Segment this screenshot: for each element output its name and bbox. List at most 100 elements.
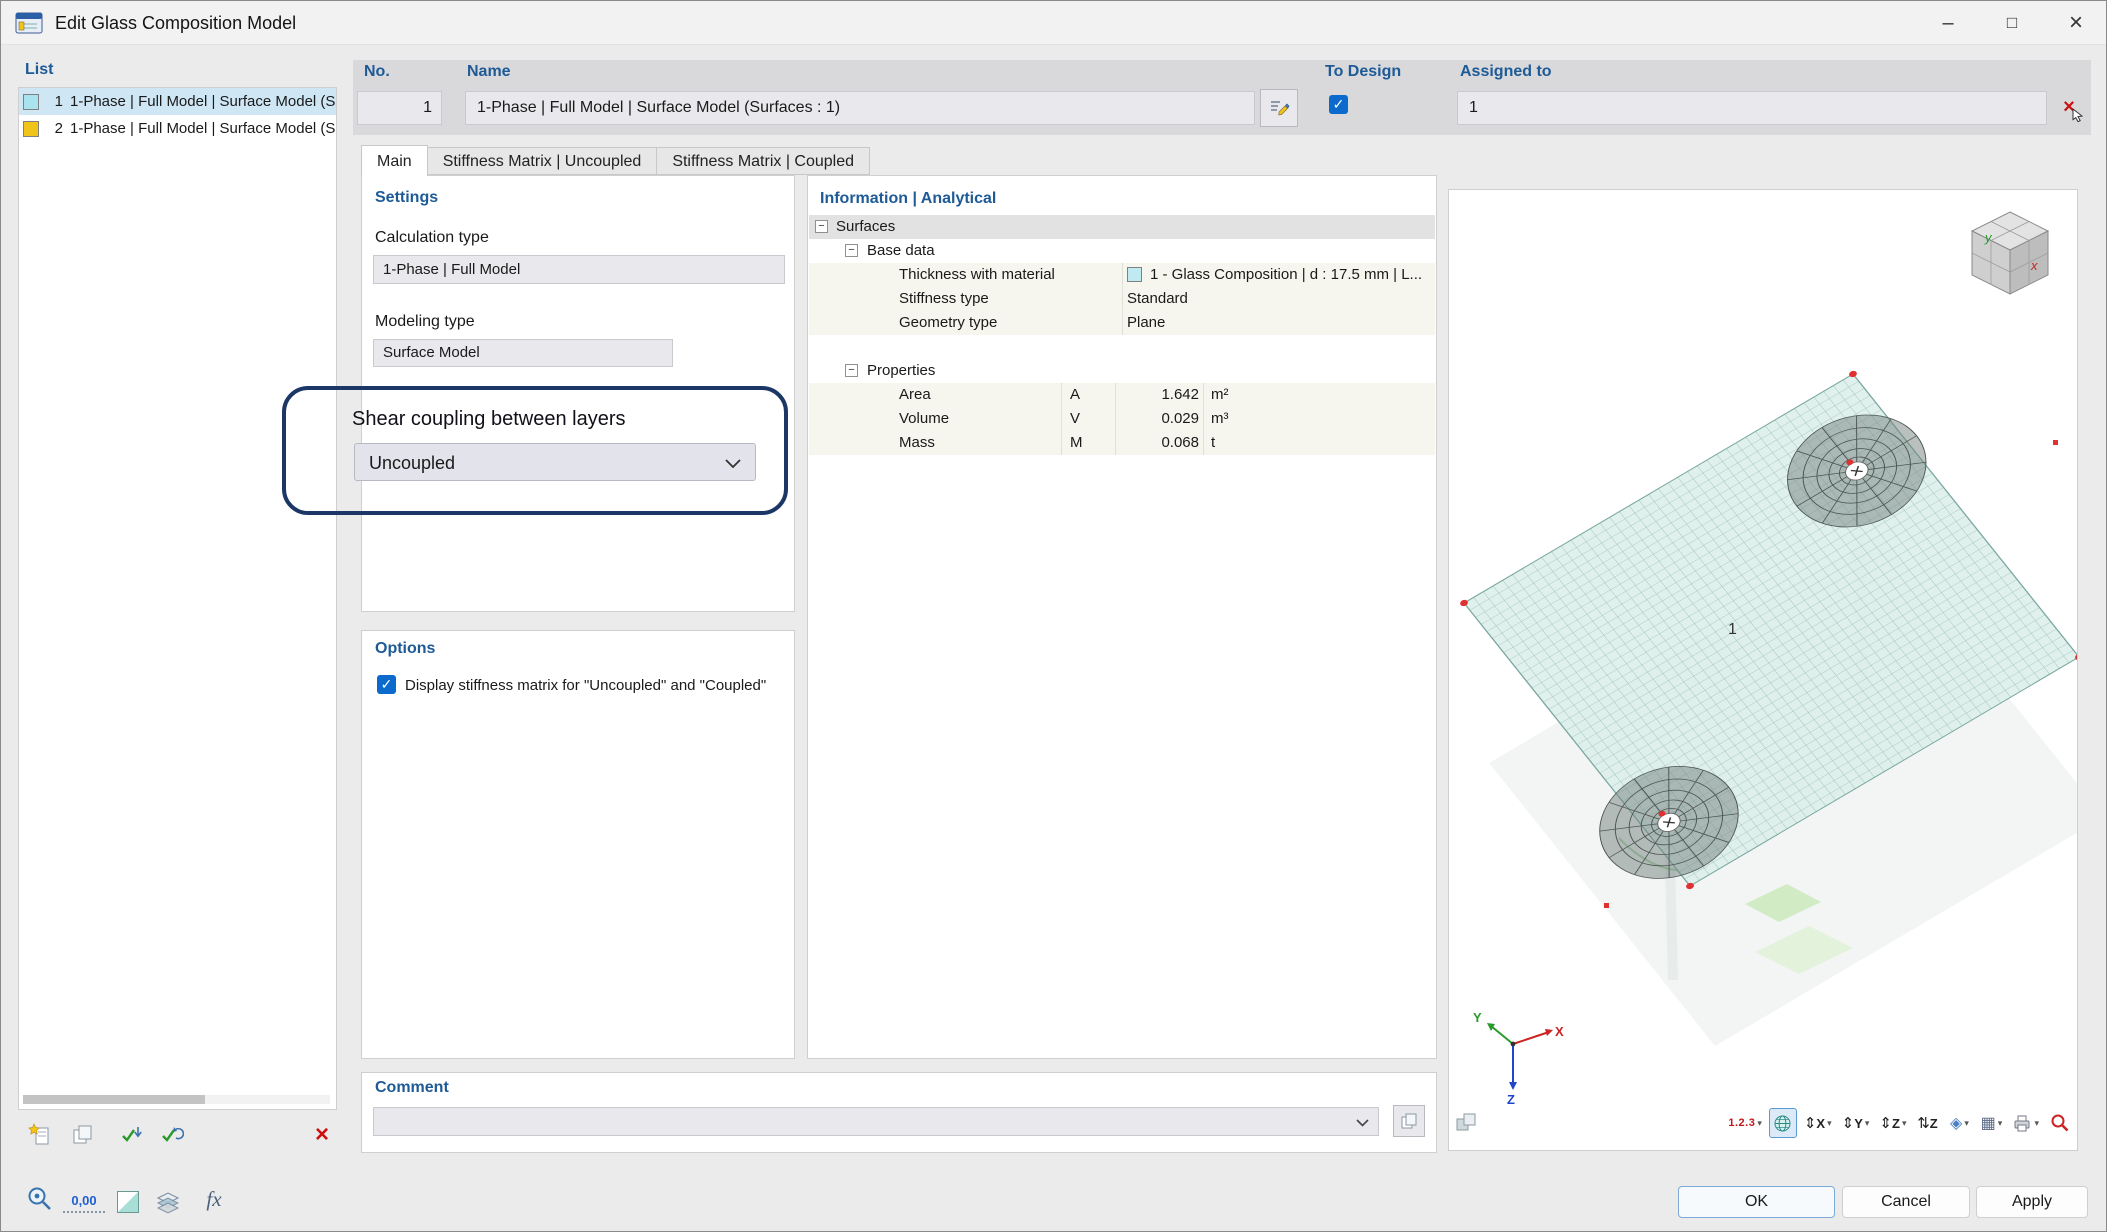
new-item-icon bbox=[28, 1123, 52, 1147]
layers-icon bbox=[155, 1189, 181, 1215]
pan-grid-icon bbox=[1455, 1112, 1477, 1134]
display-properties-button[interactable] bbox=[1769, 1108, 1797, 1138]
shear-coupling-value: Uncoupled bbox=[369, 444, 455, 482]
comment-combobox[interactable] bbox=[373, 1107, 1379, 1136]
options-header: Options bbox=[375, 640, 435, 658]
box-view-button[interactable]: ▦ ▾ bbox=[1977, 1108, 2005, 1138]
calculation-type-field[interactable]: 1-Phase | Full Model bbox=[373, 255, 785, 284]
copy-comment-button[interactable] bbox=[1393, 1105, 1425, 1137]
to-design-checkbox[interactable] bbox=[1329, 95, 1348, 114]
name-field[interactable]: 1-Phase | Full Model | Surface Model (Su… bbox=[465, 91, 1255, 125]
titlebar[interactable]: Edit Glass Composition Model bbox=[1, 1, 2107, 45]
tree-row-properties[interactable]: Properties bbox=[809, 359, 1435, 383]
view-in-x-button[interactable]: ⇕ X ▾ bbox=[1801, 1108, 1835, 1138]
thickness-label: Thickness with material bbox=[899, 263, 1055, 287]
calculation-type-label: Calculation type bbox=[375, 229, 489, 247]
printer-icon bbox=[2012, 1113, 2032, 1133]
new-item-button[interactable] bbox=[26, 1121, 54, 1149]
geometry-type-value: Plane bbox=[1127, 311, 1165, 335]
close-button[interactable] bbox=[2044, 1, 2107, 45]
information-tree: Surfaces Base data Thickness with materi… bbox=[809, 215, 1435, 455]
clear-assignment-button[interactable]: × bbox=[2053, 89, 2085, 125]
zoom-button[interactable] bbox=[2046, 1108, 2074, 1138]
collapse-icon[interactable] bbox=[845, 244, 858, 257]
search-icon bbox=[26, 1185, 54, 1213]
tree-row-mass[interactable]: Mass M 0.068 t bbox=[809, 431, 1435, 455]
isometric-view-button[interactable]: ◈ ▾ bbox=[1945, 1108, 1973, 1138]
view-in-z-reverse-button[interactable]: ⇅ Z bbox=[1913, 1108, 1941, 1138]
options-panel bbox=[361, 630, 795, 1059]
display-matrix-checkbox[interactable] bbox=[377, 675, 396, 694]
layers-button[interactable] bbox=[153, 1187, 183, 1217]
minimize-button[interactable] bbox=[1916, 1, 1980, 45]
modeling-type-label: Modeling type bbox=[375, 313, 475, 331]
column-divider bbox=[1122, 311, 1123, 335]
tree-row-geometry[interactable]: Geometry type Plane bbox=[809, 311, 1435, 335]
property-value: 0.029 bbox=[1115, 407, 1199, 431]
tree-row-surfaces[interactable]: Surfaces bbox=[809, 215, 1435, 239]
ok-button[interactable]: OK bbox=[1678, 1186, 1835, 1218]
precision-button[interactable]: 0,00 bbox=[63, 1189, 105, 1213]
display-matrix-label: Display stiffness matrix for "Uncoupled"… bbox=[405, 677, 791, 694]
print-button[interactable]: ▾ bbox=[2009, 1108, 2042, 1138]
copy-icon bbox=[70, 1123, 94, 1147]
apply-check-button[interactable] bbox=[118, 1121, 146, 1149]
collapse-icon[interactable] bbox=[815, 220, 828, 233]
rename-button[interactable] bbox=[1260, 89, 1298, 127]
cancel-button[interactable]: Cancel bbox=[1842, 1186, 1970, 1218]
delete-item-button[interactable]: × bbox=[308, 1121, 336, 1149]
updown-arrow-icon: ⇕ bbox=[1842, 1114, 1855, 1132]
axis-y-label: Y bbox=[1473, 1010, 1482, 1025]
property-symbol: V bbox=[1061, 407, 1080, 431]
3d-scene[interactable]: 1 y x bbox=[1449, 190, 2078, 1108]
list-item-label: 1-Phase | Full Model | Surface Model (S bbox=[70, 93, 335, 110]
shear-coupling-dropdown[interactable]: Uncoupled bbox=[354, 443, 756, 481]
settings-header: Settings bbox=[375, 189, 438, 207]
tree-row-area[interactable]: Area A 1.642 m² bbox=[809, 383, 1435, 407]
maximize-button[interactable] bbox=[1980, 1, 2044, 45]
copy-item-button[interactable] bbox=[68, 1121, 96, 1149]
pan-view-button[interactable] bbox=[1452, 1108, 1480, 1138]
stiffness-type-value: Standard bbox=[1127, 287, 1188, 311]
assigned-to-field[interactable]: 1 bbox=[1457, 91, 2047, 125]
tab-stiffness-coupled[interactable]: Stiffness Matrix | Coupled bbox=[657, 147, 870, 175]
navigation-cube[interactable]: y x bbox=[1972, 212, 2048, 294]
display-colors-button[interactable] bbox=[117, 1191, 139, 1213]
edit-pencil-icon bbox=[1268, 97, 1290, 119]
tree-row-volume[interactable]: Volume V 0.029 m³ bbox=[809, 407, 1435, 431]
list-item[interactable]: 1 1-Phase | Full Model | Surface Model (… bbox=[19, 88, 336, 115]
property-name: Area bbox=[899, 383, 931, 407]
horizontal-scrollbar[interactable] bbox=[23, 1095, 330, 1104]
modeling-type-field[interactable]: Surface Model bbox=[373, 339, 673, 367]
find-button[interactable] bbox=[24, 1183, 56, 1215]
chevron-down-icon bbox=[1356, 1119, 1369, 1127]
tab-main[interactable]: Main bbox=[361, 145, 428, 176]
tree-row-thickness[interactable]: Thickness with material 1 - Glass Compos… bbox=[809, 263, 1435, 287]
list-item-number: 2 bbox=[43, 120, 63, 137]
check-all-button[interactable] bbox=[158, 1121, 186, 1149]
numbering-toggle-button[interactable]: 1.2.3 ▾ bbox=[1725, 1108, 1765, 1138]
information-panel: Information | Analytical Surfaces Base d… bbox=[807, 175, 1437, 1059]
viewport-panel: 1 y x bbox=[1448, 189, 2078, 1151]
shear-coupling-callout: Shear coupling between layers Uncoupled bbox=[282, 386, 788, 515]
tree-row-spacer bbox=[809, 335, 1435, 359]
list-item-label: 1-Phase | Full Model | Surface Model (S bbox=[70, 120, 335, 137]
shear-coupling-label: Shear coupling between layers bbox=[352, 408, 626, 431]
surfaces-label: Surfaces bbox=[836, 215, 895, 239]
list-header: List bbox=[25, 61, 53, 79]
property-symbol: M bbox=[1061, 431, 1083, 455]
collapse-icon[interactable] bbox=[845, 364, 858, 377]
view-in-z-button[interactable]: ⇕ Z ▾ bbox=[1876, 1108, 1909, 1138]
no-field[interactable]: 1 bbox=[357, 91, 442, 125]
tree-row-stiffness[interactable]: Stiffness type Standard bbox=[809, 287, 1435, 311]
to-design-label: To Design bbox=[1325, 63, 1401, 81]
tree-row-base-data[interactable]: Base data bbox=[809, 239, 1435, 263]
view-in-y-button[interactable]: ⇕ Y ▾ bbox=[1839, 1108, 1873, 1138]
scrollbar-thumb[interactable] bbox=[23, 1095, 205, 1104]
isometric-icon: ◈ bbox=[1950, 1113, 1962, 1133]
tab-stiffness-uncoupled[interactable]: Stiffness Matrix | Uncoupled bbox=[428, 147, 658, 175]
list-item[interactable]: 2 1-Phase | Full Model | Surface Model (… bbox=[19, 115, 336, 142]
formula-button[interactable]: fx bbox=[197, 1183, 231, 1215]
apply-button[interactable]: Apply bbox=[1976, 1186, 2088, 1218]
geometry-type-label: Geometry type bbox=[899, 311, 997, 335]
